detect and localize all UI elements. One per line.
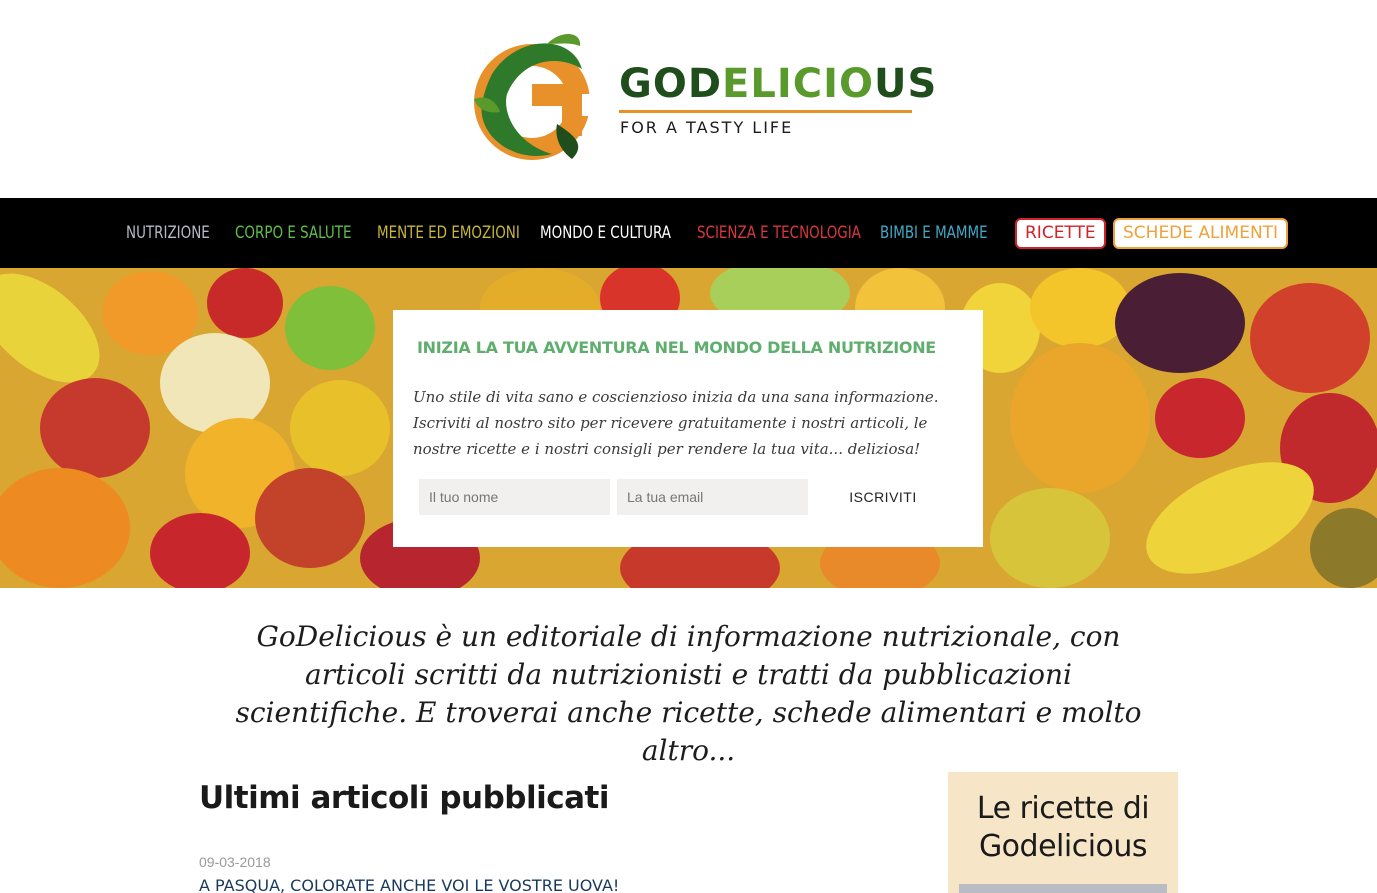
logo-tagline: FOR A TASTY LIFE (620, 118, 794, 137)
recipes-widget: Le ricette di Godelicious (948, 772, 1178, 893)
article-title-link[interactable]: A PASQUA, COLORATE ANCHE VOI LE VOSTRE U… (199, 876, 619, 893)
site-logo[interactable]: GODELICIOUS FOR A TASTY LIFE (462, 24, 936, 169)
signup-title: INIZIA LA TUA AVVENTURA NEL MONDO DELLA … (417, 338, 936, 357)
latest-articles-heading: Ultimi articoli pubblicati (199, 780, 609, 816)
nav-button-ricette[interactable]: RICETTE (1015, 218, 1106, 249)
name-input[interactable] (419, 479, 610, 515)
main-nav: NUTRIZIONE CORPO E SALUTE MENTE ED EMOZI… (0, 198, 1377, 268)
logo-wordmark: GODELICIOUS (619, 61, 938, 107)
nav-item-mondo-e-cultura[interactable]: MONDO E CULTURA (540, 198, 671, 268)
subscribe-button[interactable]: ISCRIVITI (818, 479, 948, 515)
email-input[interactable] (617, 479, 808, 515)
article-date: 09-03-2018 (199, 854, 271, 870)
logo-g-icon (474, 34, 602, 160)
recipes-widget-title: Le ricette di Godelicious (976, 791, 1150, 864)
nav-item-corpo-e-salute[interactable]: CORPO E SALUTE (235, 198, 351, 268)
nav-item-nutrizione[interactable]: NUTRIZIONE (126, 198, 210, 268)
nav-item-scienza-e-tecnologia[interactable]: SCIENZA E TECNOLOGIA (697, 198, 861, 268)
newsletter-signup-box: INIZIA LA TUA AVVENTURA NEL MONDO DELLA … (393, 310, 983, 547)
nav-button-schede-alimenti[interactable]: SCHEDE ALIMENTI (1113, 218, 1289, 249)
logo-underline (619, 110, 912, 113)
intro-text: GoDelicious è un editoriale di informazi… (235, 620, 1142, 767)
nav-item-mente-ed-emozioni[interactable]: MENTE ED EMOZIONI (377, 198, 520, 268)
recipe-thumbnail-image[interactable] (959, 884, 1167, 893)
site-header: GODELICIOUS FOR A TASTY LIFE (0, 0, 1377, 198)
signup-description: Uno stile di vita sano e coscienzioso in… (413, 388, 939, 458)
nav-item-bimbi-e-mamme[interactable]: BIMBI E MAMME (880, 198, 988, 268)
